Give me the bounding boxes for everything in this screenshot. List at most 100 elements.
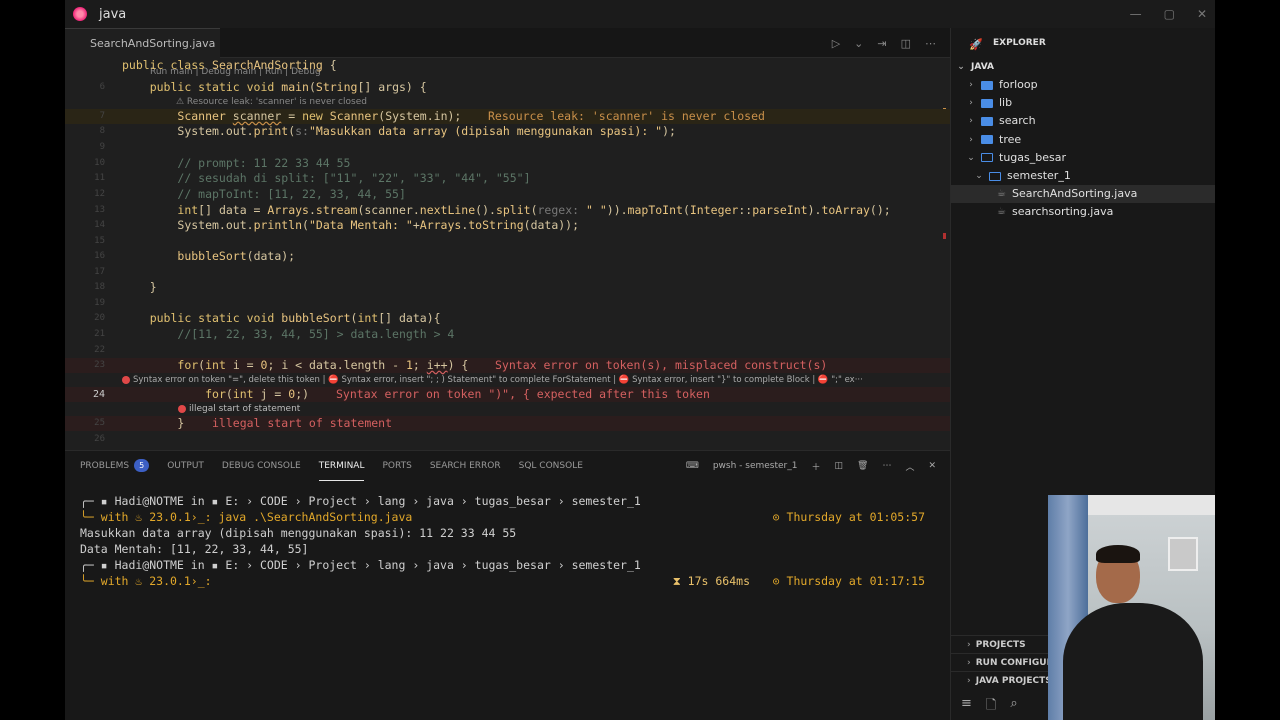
inline-warning: Resource leak: 'scanner' is never closed	[488, 109, 765, 123]
wall-frame	[1168, 537, 1198, 571]
terminal-prompt-line: ╭─ ▪ Hadi@NOTME in ▪ E: › CODE › Project…	[80, 558, 641, 572]
code-text: int[] data = Arrays.stream(scanner.nextL…	[177, 203, 891, 217]
person-body	[1063, 603, 1203, 720]
code-line[interactable]: 10 // prompt: 11 22 33 44 55	[65, 156, 950, 171]
terminal-output-line: Masukkan data array (dipisah menggunakan…	[80, 526, 517, 540]
line-number: 13	[94, 205, 105, 215]
line-number: 11	[94, 173, 105, 183]
chevron-right-icon: ›	[969, 98, 973, 109]
code-text: for(int i = 0; i < data.length - 1; i++)…	[177, 358, 469, 372]
more-actions-icon[interactable]: ⋯	[925, 37, 936, 50]
split-terminal-icon[interactable]: ◫	[834, 461, 843, 471]
code-text: Scanner scanner = new Scanner(System.in)…	[177, 109, 462, 123]
tree-item-label: semester_1	[1007, 169, 1071, 182]
panel-tab-terminal[interactable]: TERMINAL	[318, 451, 365, 481]
code-line[interactable]: 13 int[] data = Arrays.stream(scanner.ne…	[65, 203, 950, 218]
terminal-duration: ⧗ 17s 664ms	[672, 574, 750, 588]
code-text: }	[149, 280, 157, 294]
code-text: // sesudah di split: ["11", "22", "33", …	[177, 171, 531, 185]
chevron-down-icon: ⌄	[967, 152, 975, 163]
open-changes-icon[interactable]: ⇥	[877, 37, 886, 50]
code-line[interactable]: 18 }	[65, 280, 950, 295]
workspace-root[interactable]: ⌄ JAVA	[955, 58, 994, 76]
close-panel-icon[interactable]: ✕	[928, 461, 936, 471]
terminal-command-line: ╰─ with ♨ 23.0.1›_: java .\SearchAndSort…	[80, 510, 413, 524]
files-icon[interactable]: 🗋	[986, 696, 996, 718]
search-icon[interactable]: ⌕	[1010, 696, 1017, 718]
folder-icon	[981, 116, 993, 126]
line-number: 16	[94, 251, 105, 261]
resource-leak-hint: ⚠ Resource leak: 'scanner' is never clos…	[176, 97, 367, 107]
code-line[interactable]: 22	[65, 343, 950, 358]
close-window-button[interactable]: ✕	[1197, 7, 1207, 21]
chevron-down-icon: ⌄	[957, 62, 965, 72]
code-line[interactable]: 21 //[11, 22, 33, 44, 55] > data.length …	[65, 327, 950, 342]
inline-error: Syntax error on token(s), misplaced cons…	[495, 358, 828, 372]
activity-icons: ≡ 🗋 ⌕	[961, 696, 1018, 718]
panel-tab-sql-console[interactable]: SQL CONSOLE	[519, 451, 583, 481]
code-text: System.out.print(s:"Masukkan data array …	[177, 124, 676, 138]
chevron-right-icon: ›	[969, 80, 973, 90]
tree-item-label: tugas_besar	[999, 150, 1066, 164]
maximize-button[interactable]: ▢	[1164, 7, 1175, 21]
code-line[interactable]: 26	[65, 432, 950, 447]
line-number: 24	[92, 389, 105, 400]
line-number: 22	[94, 345, 105, 355]
tree-folder[interactable]: › lib	[951, 94, 1215, 112]
panel-tab-output[interactable]: OUTPUT	[167, 451, 204, 481]
code-line[interactable]: 16 bubbleSort(data);	[65, 249, 950, 264]
panel-tab-problems[interactable]: PROBLEMS 5	[80, 451, 150, 481]
code-line[interactable]: 19	[65, 296, 950, 311]
code-line[interactable]: 14 System.out.println("Data Mentah: "+Ar…	[65, 218, 950, 233]
code-line[interactable]: 9	[65, 140, 950, 155]
tree-folder[interactable]: › forloop	[951, 76, 1215, 94]
tree-folder[interactable]: ⌄ semester_1	[951, 167, 1215, 185]
tree-item-label: forloop	[999, 78, 1038, 91]
line-number: 21	[94, 329, 105, 339]
code-line[interactable]: 17	[65, 265, 950, 280]
code-editor[interactable]: Run main | Debug main | Run | Debug ⚠ Re…	[65, 58, 950, 450]
error-icon	[178, 404, 186, 413]
tree-folder[interactable]: › tree	[951, 131, 1215, 149]
bottom-panel: PROBLEMS 5 OUTPUT DEBUG CONSOLE TERMINAL PORT…	[65, 450, 950, 720]
tree-file[interactable]: ☕ searchsorting.java	[951, 203, 1215, 221]
trash-icon[interactable]: 🗑	[857, 461, 868, 471]
terminal-timestamp: ⊙ Thursday at 01:05:57	[772, 510, 925, 524]
terminal-name[interactable]: pwsh - semester_1	[713, 461, 798, 471]
chevron-down-icon[interactable]: ⌄	[854, 37, 863, 50]
line-number: 26	[94, 434, 105, 444]
explorer-header: 🚀 EXPLORER	[969, 38, 1046, 51]
chevron-right-icon: ›	[969, 134, 973, 145]
maximize-panel-icon[interactable]: ︿	[905, 460, 914, 473]
tree-file[interactable]: ☕ SearchAndSorting.java	[951, 185, 1215, 204]
panel-tab-search-error[interactable]: SEARCH ERROR	[430, 451, 501, 481]
code-line[interactable]: 12 // mapToInt: [11, 22, 33, 44, 55]	[65, 187, 950, 202]
add-terminal-icon[interactable]: ＋	[811, 460, 820, 473]
code-line[interactable]: 15	[65, 234, 950, 249]
more-actions-icon[interactable]: ⋯	[882, 461, 891, 471]
terminal-command-line: ╰─ with ♨ 23.0.1›_:	[80, 574, 219, 588]
chevron-right-icon: ›	[967, 640, 971, 650]
code-line[interactable]: public class SearchAndSorting {	[65, 58, 950, 73]
code-line[interactable]: 25 }	[65, 416, 950, 431]
run-icon[interactable]: ▷	[832, 37, 840, 50]
code-text: }	[177, 416, 185, 430]
inline-error: Syntax error on token ")", { expected af…	[336, 387, 710, 401]
minimize-button[interactable]: —	[1130, 7, 1142, 21]
code-line[interactable]: 6 public static void main(String[] args)…	[65, 80, 950, 95]
tree-item-label: search	[999, 114, 1036, 128]
tree-folder[interactable]: › search	[951, 112, 1215, 130]
java-file-icon: ☕	[997, 206, 1006, 218]
menu-icon[interactable]: ≡	[961, 696, 972, 718]
split-editor-icon[interactable]: ◫	[901, 37, 911, 50]
panel-tab-ports[interactable]: PORTS	[382, 451, 411, 481]
code-text: public static void bubbleSort(int[] data…	[149, 311, 441, 325]
code-line[interactable]: 20 public static void bubbleSort(int[] d…	[65, 311, 950, 326]
code-line[interactable]: 11 // sesudah di split: ["11", "22", "33…	[65, 171, 950, 186]
line-number: 18	[94, 282, 105, 292]
tree-folder[interactable]: ⌄ tugas_besar	[951, 149, 1215, 167]
code-line[interactable]: 8 System.out.print(s:"Masukkan data arra…	[65, 124, 950, 139]
panel-tab-debug-console[interactable]: DEBUG CONSOLE	[222, 451, 301, 481]
code-text: // mapToInt: [11, 22, 33, 44, 55]	[177, 187, 406, 201]
editor-tab-searchandsorting[interactable]: SearchAndSorting.java	[65, 28, 220, 58]
